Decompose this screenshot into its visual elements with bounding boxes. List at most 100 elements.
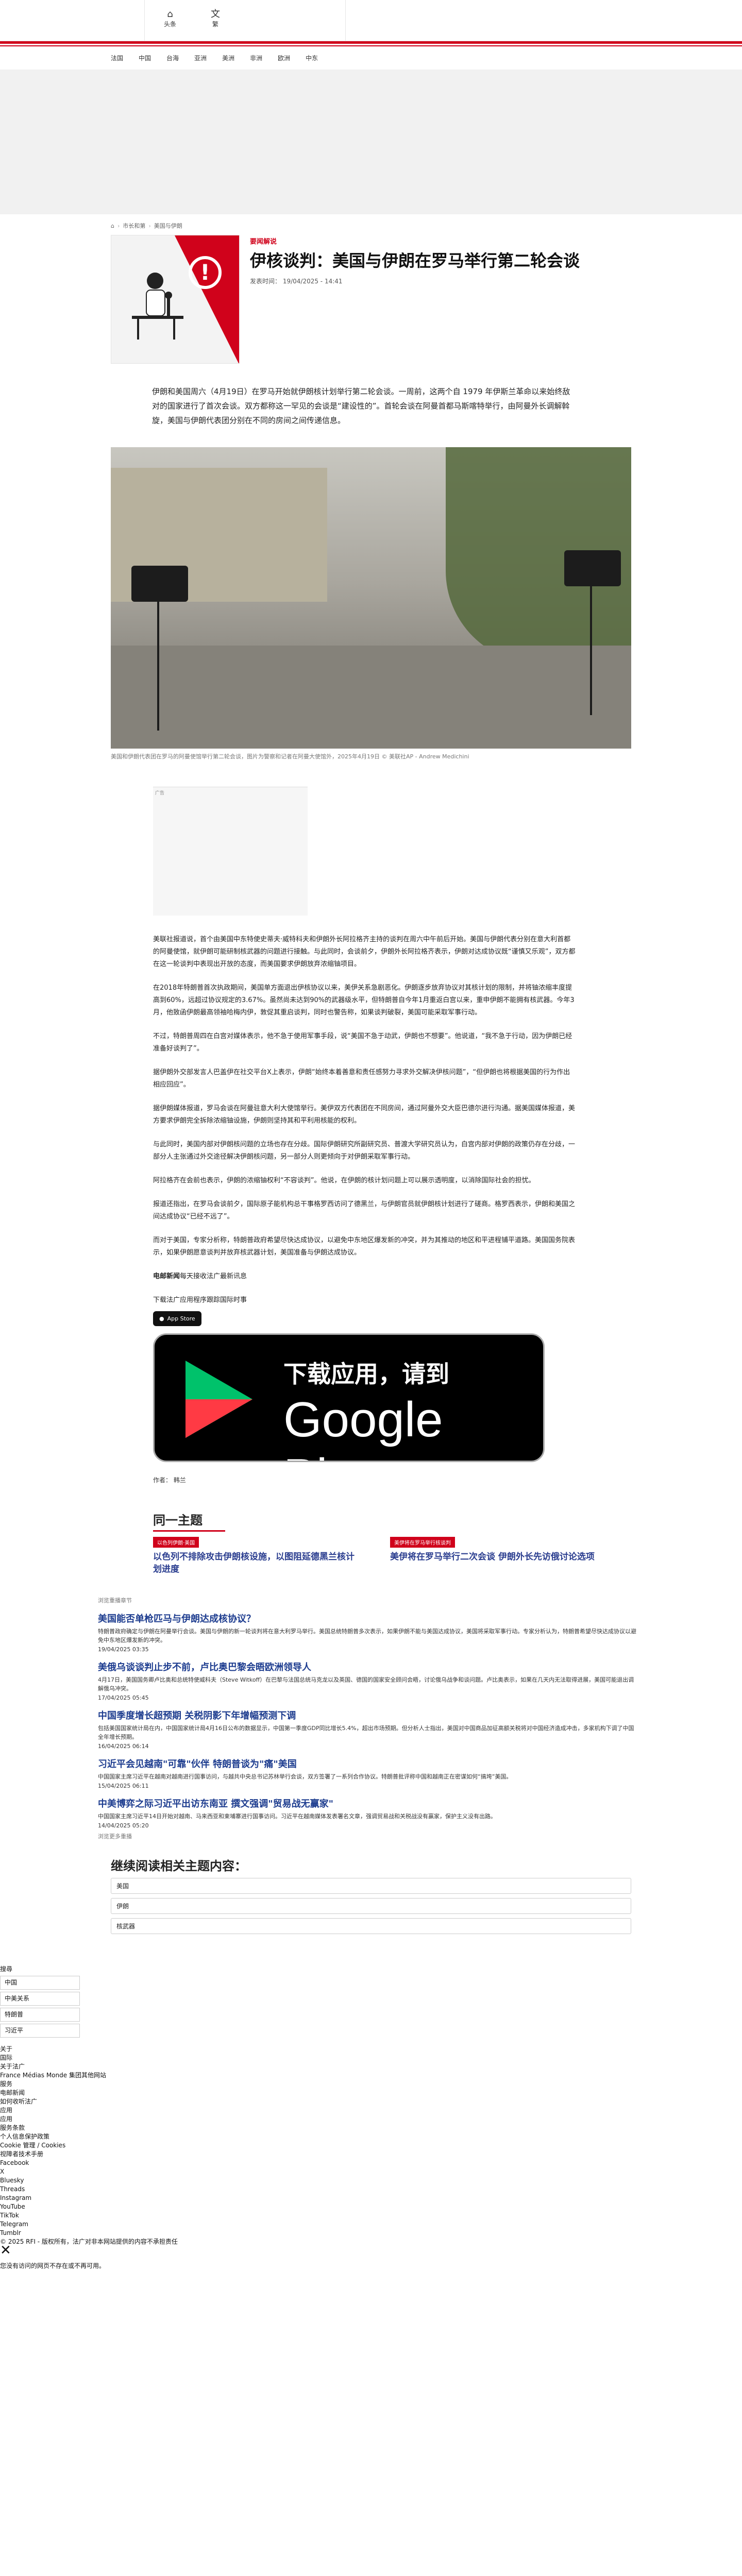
- footer-field[interactable]: 习近平: [0, 2024, 80, 2038]
- breadcrumb-item[interactable]: 市长和第: [123, 222, 145, 230]
- ad-slot: 广告: [153, 787, 308, 916]
- translate-icon: 文: [211, 9, 220, 20]
- header-text: 要闻解说 伊核谈判：美国与伊朗在罗马举行第二轮会谈 发表时间： 19/04/20…: [250, 235, 631, 364]
- footer-link[interactable]: France Médias Monde 集团其他网站: [0, 2071, 742, 2080]
- continue-heading: 继续阅读相关主题内容：: [111, 1859, 247, 1873]
- related-item[interactable]: 习近平会见越南"可靠"伙伴 特朗普谈为"痛"美国 中国国家主席习近平在越南对越南…: [98, 1757, 639, 1789]
- facebook-link[interactable]: Facebook: [0, 2159, 742, 2167]
- publish-date: 发表时间： 19/04/2025 - 14:41: [250, 278, 343, 285]
- related-item[interactable]: 美国能否单枪匹马与伊朗达成核协议？ 特朗普政府确定与伊朗在阿曼举行会谈。美国与伊…: [98, 1612, 639, 1653]
- related-desc: 包括美国国家统计局在内，中国国家统计局4月16日公布的数据显示，中国第一季度GD…: [98, 1725, 634, 1740]
- paragraph: 据伊朗媒体报道，罗马会谈在阿曼驻意大利大使馆举行。美伊双方代表团在不同房间，通过…: [153, 1105, 576, 1125]
- article-header: ! 要闻解说 伊核谈判：美国与伊朗在罗马举行第二轮会谈 发表时间： 19/04/…: [111, 235, 631, 364]
- continue-reading: 继续阅读相关主题内容： 美国 伊朗 核武器: [111, 1856, 631, 1934]
- topic-link[interactable]: 伊朗: [111, 1898, 631, 1914]
- footer-link[interactable]: 关于法广: [0, 2062, 742, 2071]
- language-button[interactable]: 文 繁: [205, 9, 226, 28]
- telegram-link[interactable]: Telegram: [0, 2220, 742, 2229]
- nav-item[interactable]: 中东: [306, 54, 318, 70]
- topic-card[interactable]: 以色列伊朗·美国 以色列不排除攻击伊朗核设施，以图阻延德黑兰核计划进度: [153, 1537, 359, 1575]
- footer-link[interactable]: 电邮新闻: [0, 2089, 742, 2097]
- divider: [144, 0, 145, 41]
- nav-item[interactable]: 美洲: [222, 54, 234, 70]
- breadcrumb-item[interactable]: 美国与伊朗: [154, 222, 182, 230]
- top-bar: ⌂ 头条 文 繁: [0, 0, 742, 41]
- camera-shape: [564, 550, 621, 586]
- footer-link[interactable]: 应用: [0, 2115, 742, 2124]
- related-item[interactable]: 中美博弈之际习近平出访东南亚 撰文强调"贸易战无赢家" 中国国家主席习近平14日…: [98, 1797, 639, 1829]
- footer-link[interactable]: 国际: [0, 2054, 742, 2062]
- footer-link[interactable]: 个人信息保护政策: [0, 2132, 742, 2141]
- home-icon[interactable]: ⌂: [111, 223, 114, 229]
- more-replays-link[interactable]: 浏览更多重播: [98, 1832, 639, 1840]
- nav-item[interactable]: 亚洲: [194, 54, 207, 70]
- article-kicker[interactable]: 要闻解说: [250, 236, 631, 246]
- tumblr-link[interactable]: Tumblr: [0, 2229, 742, 2238]
- youtube-link[interactable]: YouTube: [0, 2202, 742, 2211]
- related-desc: 特朗普政府确定与伊朗在阿曼举行会谈。美国与伊朗的新一轮谈判将在意大利罗马举行。美…: [98, 1628, 636, 1643]
- paragraph: 据伊朗外交部发言人巴盖伊在社交平台X上表示，伊朗“始终本着善意和责任感努力寻求外…: [153, 1069, 570, 1089]
- article-lead: 伊朗和美国周六（4月19日）在罗马开始就伊朗核计划举行第二轮会谈。一周前，这两个…: [152, 387, 570, 425]
- app-promo: 下载法广应用程序跟踪国际时事 ● App Store 下载应用，请到 Googl…: [153, 1294, 576, 1484]
- topic-link[interactable]: 美国: [111, 1878, 631, 1894]
- footer-link[interactable]: Cookie 管理 / Cookies: [0, 2141, 742, 2150]
- paragraph: 在2018年特朗普首次执政期间，美国单方面退出伊核协议以来，美伊关系急剧恶化。伊…: [153, 984, 575, 1016]
- related-title[interactable]: 美国能否单枪匹马与伊朗达成核协议？: [98, 1612, 639, 1625]
- x-link[interactable]: X: [0, 2167, 742, 2176]
- related-title[interactable]: 中国季度增长超预期 关税阴影下年增幅预测下调: [98, 1708, 639, 1722]
- app-store-button[interactable]: ● App Store: [153, 1311, 201, 1326]
- footer-link[interactable]: 服务: [0, 2080, 742, 2089]
- brand-bar: [0, 41, 742, 44]
- related-title[interactable]: 习近平会见越南"可靠"伙伴 特朗普谈为"痛"美国: [98, 1757, 639, 1770]
- tiktok-link[interactable]: TikTok: [0, 2211, 742, 2220]
- alert-icon: !: [189, 256, 222, 289]
- related-item[interactable]: 中国季度增长超预期 关税阴影下年增幅预测下调 包括美国国家统计局在内，中国国家统…: [98, 1708, 639, 1750]
- topic-tag[interactable]: 美伊将在罗马举行核谈判: [390, 1537, 455, 1548]
- related-date: 16/04/2025 06:14: [98, 1743, 149, 1750]
- top-nav: ⌂ 头条 文 繁: [160, 9, 226, 28]
- paragraph: 不过，特朗普周四在白宫对媒体表示，他不急于使用军事手段，说“美国不急于动武，伊朗…: [153, 1032, 572, 1053]
- topic-card[interactable]: 美伊将在罗马举行核谈判 美伊将在罗马举行二次会谈 伊朗外长先访俄讨论选项: [390, 1537, 596, 1575]
- related-item[interactable]: 美俄乌谈谈判止步不前，卢比奥巴黎会晤欧洲领导人 4月17日，美国国务卿卢比奥和总…: [98, 1660, 639, 1701]
- footer-field[interactable]: 中国: [0, 1976, 80, 1990]
- error-notice: 您没有访问的网页不存在或不再可用。: [0, 2262, 106, 2269]
- google-play-button[interactable]: 下载应用，请到 Google Play: [153, 1333, 545, 1462]
- footer-link[interactable]: 应用: [0, 2106, 742, 2115]
- nav-item[interactable]: 欧洲: [278, 54, 290, 70]
- article-main: ⌂ › 市长和第 › 美国与伊朗 ! 要闻解说 伊核谈判：美国与伊朗在罗马举行第…: [111, 214, 631, 1575]
- paragraph: 而对于美国，专家分析称，特朗普政府希望尽快达成协议，以避免中东地区爆发新的冲突，…: [153, 1236, 576, 1257]
- threads-link[interactable]: Threads: [0, 2185, 742, 2194]
- footer-link[interactable]: 服务条款: [0, 2124, 742, 2132]
- main-photo: [111, 447, 631, 749]
- close-icon[interactable]: ✕: [0, 2243, 11, 2258]
- home-button[interactable]: ⌂ 头条: [160, 9, 180, 28]
- nav-item[interactable]: 非洲: [250, 54, 262, 70]
- search-label: 搜尋: [0, 1965, 13, 1973]
- instagram-link[interactable]: Instagram: [0, 2194, 742, 2202]
- newsletter-link[interactable]: 电邮新闻: [153, 1273, 180, 1280]
- related-title[interactable]: 美俄乌谈谈判止步不前，卢比奥巴黎会晤欧洲领导人: [98, 1660, 639, 1673]
- topic-link[interactable]: 核武器: [111, 1918, 631, 1934]
- topic-tag[interactable]: 以色列伊朗·美国: [153, 1537, 199, 1548]
- language-label: 繁: [212, 21, 218, 28]
- home-icon: ⌂: [167, 9, 173, 20]
- footer-link[interactable]: 视障者技术手册: [0, 2150, 742, 2159]
- home-label: 头条: [163, 21, 176, 28]
- topic-card-title[interactable]: 以色列不排除攻击伊朗核设施，以图阻延德黑兰核计划进度: [153, 1551, 359, 1575]
- related-date: 17/04/2025 05:45: [98, 1694, 149, 1701]
- photo-caption: 美国和伊朗代表团在罗马的阿曼使馆举行第二轮会谈，图片为警察和记者在阿曼大使馆外，…: [111, 753, 469, 760]
- paragraph: 与此同时，美国内部对伊朗核问题的立场也存在分歧。国际伊朗研究所副研究员、普渡大学…: [153, 1141, 576, 1161]
- related-title[interactable]: 中美博弈之际习近平出访东南亚 撰文强调"贸易战无赢家": [98, 1797, 639, 1810]
- related-desc: 4月17日，美国国务卿卢比奥和总统特使威科夫（Steve Witkoff）在巴黎…: [98, 1676, 634, 1692]
- topic-card-title[interactable]: 美伊将在罗马举行二次会谈 伊朗外长先访俄讨论选项: [390, 1551, 596, 1563]
- nav-item[interactable]: 法国: [111, 54, 123, 70]
- footer-field[interactable]: 中美关系: [0, 1992, 80, 2006]
- nav-item[interactable]: 台海: [166, 54, 179, 70]
- footer-field[interactable]: 特朗普: [0, 2008, 80, 2022]
- bluesky-link[interactable]: Bluesky: [0, 2176, 742, 2185]
- footer-link[interactable]: 如何收听法广: [0, 2097, 742, 2106]
- footer-section-label: 关于: [0, 2045, 13, 2053]
- related-label: 浏览重播章节: [98, 1597, 132, 1604]
- nav-item[interactable]: 中国: [139, 54, 151, 70]
- newsletter-line: 电邮新闻每天接收法广最新讯息: [153, 1273, 247, 1280]
